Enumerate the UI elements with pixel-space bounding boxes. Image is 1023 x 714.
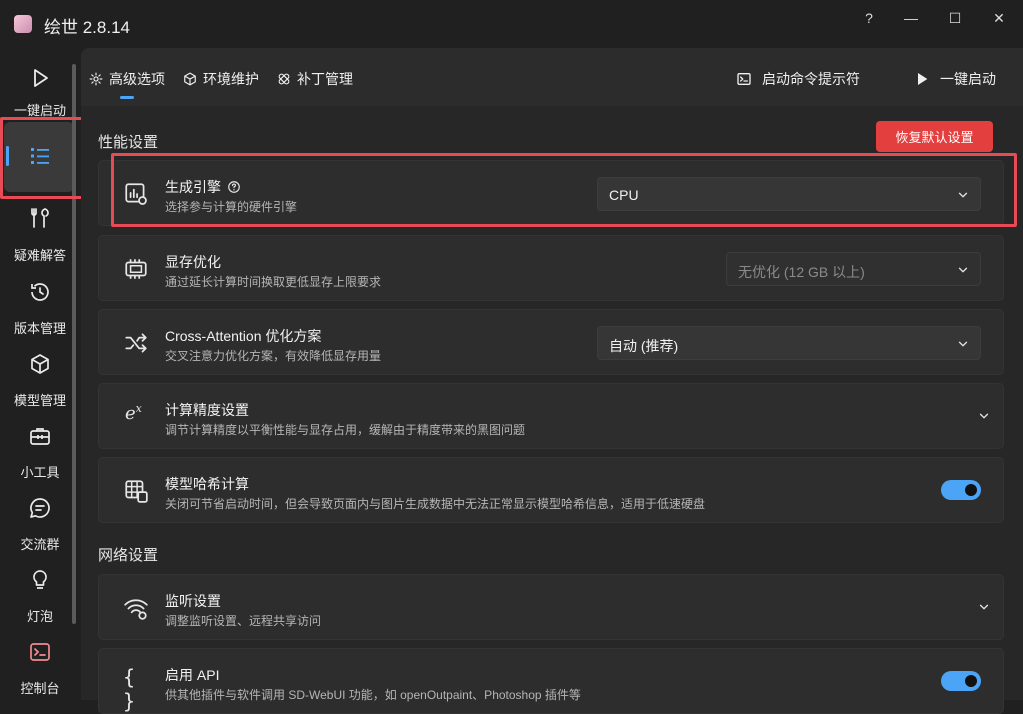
network-section-title: 网络设置	[98, 547, 159, 564]
setting-card-listen[interactable]: 监听设置 调整监听设置、远程共享访问	[98, 574, 1004, 640]
chevron-down-icon[interactable]	[977, 409, 991, 423]
setting-title: 显存优化	[165, 254, 221, 270]
setting-description: 关闭可节省启动时间，但会导致页面内与图片生成数据中无法正常显示模型哈希信息，适用…	[165, 497, 706, 511]
setting-card-cross-attention: Cross-Attention 优化方案 交叉注意力优化方案，有效降低显存用量 …	[98, 309, 1004, 375]
nav-item-model-management[interactable]: 模型管理	[0, 348, 80, 408]
tab-label: 补丁管理	[297, 71, 353, 87]
select-value: 无优化 (12 GB 以上)	[738, 264, 865, 280]
setting-card-precision[interactable]: ex 计算精度设置 调节计算精度以平衡性能与显存占用，缓解由于精度带来的黑图问题	[98, 383, 1004, 449]
setting-title: Cross-Attention 优化方案	[165, 328, 322, 344]
toggle-knob	[965, 675, 977, 687]
app-title: 绘世 2.8.14	[44, 18, 130, 37]
toolbox-icon	[30, 428, 50, 445]
lightbulb-icon	[33, 570, 47, 589]
nav-item-label: 交流群	[20, 537, 60, 552]
table-calculator-icon	[125, 480, 148, 503]
nav-item-console[interactable]: 控制台	[0, 636, 80, 698]
nav-item-tools[interactable]: 小工具	[0, 420, 80, 480]
tab-active-indicator	[120, 96, 134, 99]
app-logo-icon	[14, 15, 32, 33]
wifi-settings-icon	[124, 599, 148, 620]
setting-card-model-hash: 模型哈希计算 关闭可节省启动时间，但会导致页面内与图片生成数据中无法正常显示模型…	[98, 457, 1004, 523]
tab-label: 高级选项	[109, 71, 165, 87]
reset-defaults-button[interactable]: 恢复默认设置	[876, 121, 993, 152]
setting-description: 供其他插件与软件调用 SD-WebUI 功能，如 openOutpaint、Ph…	[165, 688, 581, 702]
setting-title: 启用 API	[165, 667, 220, 683]
setting-title: 模型哈希计算	[165, 476, 249, 492]
chevron-down-icon	[958, 267, 968, 273]
tab-advanced-options[interactable]: 高级选项	[89, 69, 165, 89]
action-label: 启动命令提示符	[762, 71, 860, 87]
setting-description: 调节计算精度以平衡性能与显存占用，缓解由于精度带来的黑图问题	[165, 423, 526, 437]
tools-icon	[31, 208, 49, 228]
setting-description: 通过延长计算时间换取更低显存上限要求	[165, 275, 382, 289]
exponent-icon: ex	[125, 402, 142, 424]
setting-description: 调整监听设置、远程共享访问	[165, 614, 322, 628]
title-bar: 绘世 2.8.14 ? — ☐ ✕	[0, 0, 1023, 48]
nav-item-label: 小工具	[20, 465, 60, 480]
vram-select[interactable]: 无优化 (12 GB 以上)	[726, 252, 981, 286]
nav-item-label: 版本管理	[13, 321, 66, 336]
play-icon	[34, 69, 48, 87]
setting-description: 交叉注意力优化方案，有效降低显存用量	[165, 349, 382, 363]
nav-item-label: 灯泡	[26, 609, 53, 624]
help-button[interactable]: ?	[851, 6, 887, 30]
setting-card-api: { } 启用 API 供其他插件与软件调用 SD-WebUI 功能，如 open…	[98, 648, 1004, 714]
maximize-button[interactable]: ☐	[937, 6, 973, 30]
nav-item-label: 模型管理	[13, 393, 66, 408]
cube-icon	[31, 354, 49, 374]
nav-item-lightbulb[interactable]: 灯泡	[0, 564, 80, 624]
nav-item-launch[interactable]: 一键启动	[0, 60, 80, 118]
setting-title: 计算精度设置	[165, 402, 249, 418]
toggle-knob	[965, 484, 977, 496]
gear-icon	[89, 72, 103, 86]
bandage-icon	[278, 73, 290, 85]
box-icon	[184, 72, 196, 86]
terminal-icon	[737, 73, 751, 85]
terminal-icon	[30, 643, 50, 661]
setting-title: 监听设置	[165, 593, 221, 609]
braces-icon: { }	[123, 665, 136, 713]
nav-item-label: 疑难解答	[13, 248, 66, 263]
launch-command-prompt-button[interactable]: 启动命令提示符	[736, 69, 860, 89]
memory-chip-icon	[125, 259, 147, 279]
play-icon	[918, 73, 928, 85]
api-toggle[interactable]	[941, 671, 981, 691]
nav-item-community[interactable]: 交流群	[0, 492, 80, 552]
action-label: 一键启动	[940, 71, 996, 87]
chevron-down-icon[interactable]	[977, 600, 991, 614]
setting-card-vram: 显存优化 通过延长计算时间换取更低显存上限要求 无优化 (12 GB 以上)	[98, 235, 1004, 301]
nav-highlight-annotation	[0, 117, 94, 199]
tab-patch-management[interactable]: 补丁管理	[277, 69, 353, 89]
engine-highlight-annotation	[111, 153, 1017, 227]
model-hash-toggle[interactable]	[941, 480, 981, 500]
minimize-button[interactable]: —	[893, 6, 929, 30]
close-button[interactable]: ✕	[981, 6, 1017, 30]
performance-section-title: 性能设置	[98, 134, 159, 151]
tab-label: 环境维护	[203, 71, 259, 87]
select-value: 自动 (推荐)	[609, 338, 679, 354]
chevron-down-icon	[958, 341, 968, 347]
shuffle-icon	[125, 333, 147, 353]
one-click-launch-button[interactable]: 一键启动	[914, 69, 996, 89]
tab-environment-maintenance[interactable]: 环境维护	[183, 69, 259, 89]
nav-item-version-management[interactable]: 版本管理	[0, 276, 80, 336]
history-icon	[31, 283, 49, 301]
nav-item-troubleshoot[interactable]: 疑难解答	[0, 202, 80, 263]
chat-icon	[30, 498, 50, 518]
nav-item-label: 控制台	[20, 681, 60, 696]
cross-attention-select[interactable]: 自动 (推荐)	[597, 326, 981, 360]
